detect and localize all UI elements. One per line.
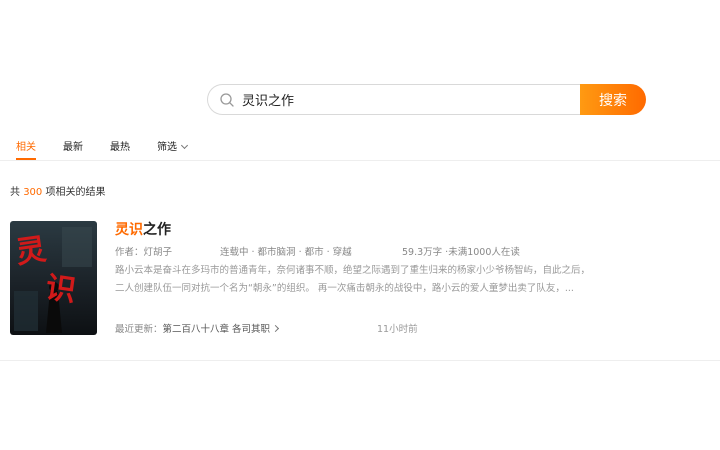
latest-chapter-link[interactable]: 最近更新：第二百八十八章 各司其职 (115, 321, 280, 335)
book-title-highlight: 灵识 (115, 222, 143, 238)
cover-title-char-1: 灵 (14, 232, 49, 271)
latest-chapter-title: 第二百八十八章 各司其职 (162, 324, 271, 335)
result-count: 共 300 项相关的结果 (10, 183, 105, 198)
tab-relevant[interactable]: 相关 (16, 138, 36, 153)
latest-update-label: 最近更新： (115, 324, 163, 335)
tab-filter-label: 筛选 (157, 142, 177, 153)
chevron-down-icon (180, 141, 189, 150)
active-tab-indicator (16, 158, 36, 160)
update-time: 11小时前 (377, 324, 418, 335)
book-author[interactable]: 作者：灯胡子 (115, 244, 172, 258)
tab-hottest[interactable]: 最热 (110, 138, 130, 153)
book-description: 路小云本是奋斗在多玛市的普通青年，奈何诸事不顺，绝望之际遇到了重生归来的杨家小少… (115, 262, 635, 298)
result-count-suffix: 项相关的结果 (45, 187, 106, 198)
chevron-right-icon (272, 324, 280, 333)
book-description-line-1: 路小云本是奋斗在多玛市的普通青年，奈何诸事不顺，绝望之际遇到了重生归来的杨家小少… (115, 265, 591, 276)
book-result-item: 灵 识 灵识之作 作者：灯胡子 连载中 · 都市脑洞 · 都市 · 穿越 59.… (0, 218, 720, 361)
search-icon (220, 93, 234, 107)
book-title[interactable]: 灵识之作 (115, 219, 171, 239)
book-status-tags: 连载中 · 都市脑洞 · 都市 · 穿越 (220, 247, 352, 258)
book-title-rest: 之作 (143, 222, 171, 238)
search-input[interactable] (242, 85, 572, 114)
search-bar: 搜索 (207, 84, 646, 115)
search-button[interactable]: 搜索 (580, 84, 646, 115)
tab-filter[interactable]: 筛选 (157, 138, 189, 153)
book-cover[interactable]: 灵 识 (10, 221, 97, 335)
tab-newest[interactable]: 最新 (63, 138, 83, 153)
result-tabs: 相关 最新 最热 筛选 (0, 130, 720, 161)
cover-title-char-2: 识 (43, 270, 78, 309)
book-stats: 59.3万字 ·未满1000人在读 (402, 247, 520, 258)
search-box[interactable] (207, 84, 588, 115)
result-count-prefix: 共 (10, 187, 20, 198)
book-description-line-2: 二人创建队伍一同对抗一个名为“朝永”的组织。 再一次痛击朝永的战役中，路小云的爱… (115, 283, 574, 294)
result-count-number: 300 (23, 187, 43, 198)
